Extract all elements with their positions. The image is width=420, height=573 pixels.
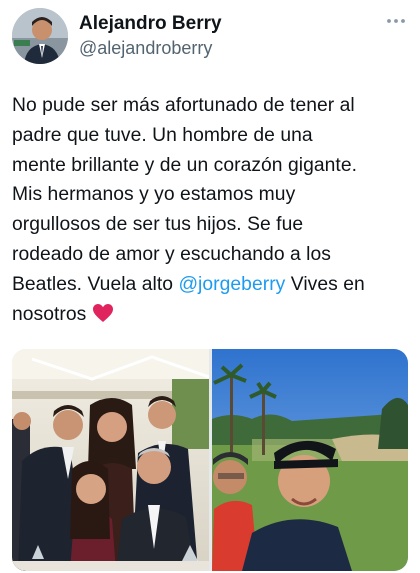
family-photo[interactable]	[12, 349, 209, 571]
tweet-line: Beatles. Vuela alto @jorgeberry Vives en	[12, 270, 414, 300]
author-handle[interactable]: @alejandroberry	[79, 38, 212, 59]
tweet-card: Alejandro Berry @alejandroberry No pude …	[0, 0, 420, 573]
tweet-line: nosotros	[12, 300, 414, 330]
tweet-line: Mis hermanos y yo estamos muy	[12, 184, 296, 206]
golf-selfie-photo[interactable]	[212, 349, 408, 571]
tweet-line: mente brillante y de un corazón gigante.	[12, 154, 357, 176]
tweet-line: padre que tuve. Un hombre de una	[12, 124, 313, 146]
red-heart-icon	[92, 303, 114, 325]
media-grid	[12, 349, 408, 571]
tweet-line: No pude ser más afortunado de tener al	[12, 95, 355, 116]
avatar[interactable]	[12, 8, 68, 64]
tweet-line: orgullosos de ser tus hijos. Se fue	[12, 214, 304, 236]
tweet-text-segment: Beatles. Vuela alto	[12, 273, 179, 295]
mention-link[interactable]: @jorgeberry	[178, 274, 285, 295]
tweet-line: rodeado de amor y escuchando a los	[12, 243, 331, 265]
tweet-text-segment: Vives en	[285, 273, 365, 295]
tweet-text-segment: nosotros	[12, 303, 87, 325]
author-name[interactable]: Alejandro Berry	[79, 13, 222, 35]
more-options-icon[interactable]	[386, 14, 406, 26]
tweet-text: No pude ser más afortunado de tener al p…	[12, 91, 414, 329]
